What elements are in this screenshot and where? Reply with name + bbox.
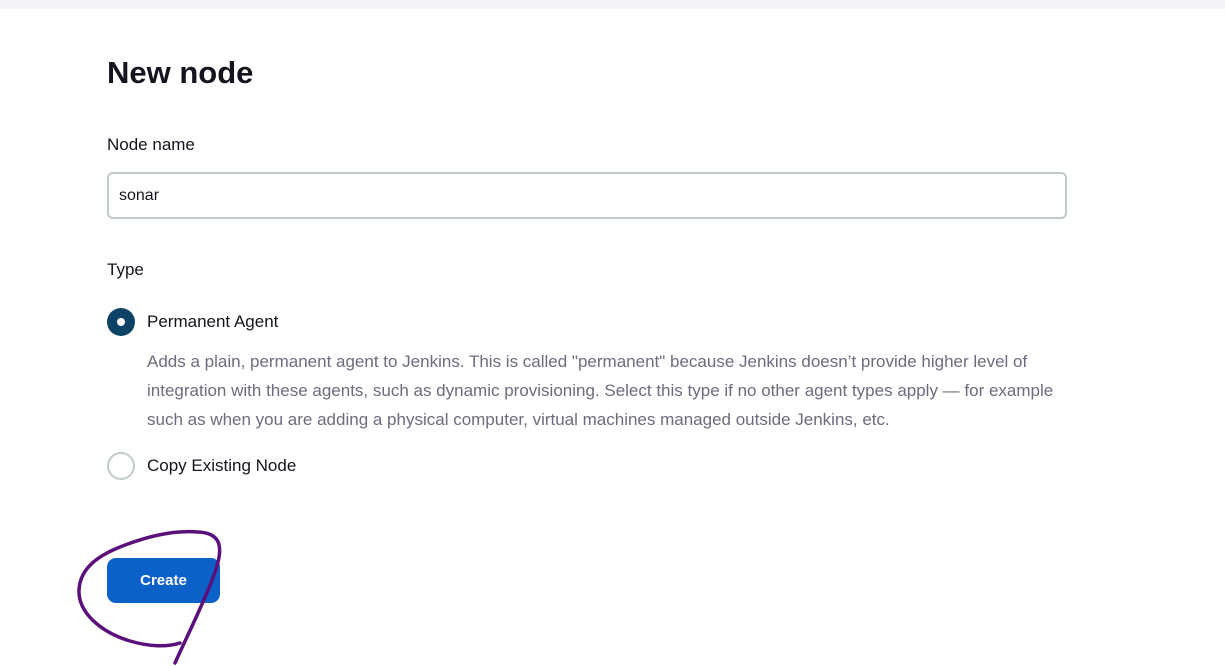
node-name-input[interactable] [107, 172, 1067, 219]
permanent-agent-label: Permanent Agent [147, 312, 279, 331]
permanent-agent-description: Adds a plain, permanent agent to Jenkins… [147, 352, 1054, 429]
permanent-agent-option[interactable]: Permanent Agent [107, 308, 278, 336]
node-name-label: Node name [107, 135, 195, 154]
permanent-agent-radio[interactable] [107, 308, 135, 336]
radio-selected-dot [117, 318, 125, 326]
type-label: Type [107, 260, 144, 279]
copy-existing-node-option[interactable]: Copy Existing Node [107, 452, 296, 480]
top-strip [0, 0, 1225, 9]
copy-existing-node-label: Copy Existing Node [147, 456, 297, 475]
create-button[interactable]: Create [107, 558, 220, 603]
copy-existing-node-radio[interactable] [107, 452, 135, 480]
page-title: New node [107, 55, 254, 90]
